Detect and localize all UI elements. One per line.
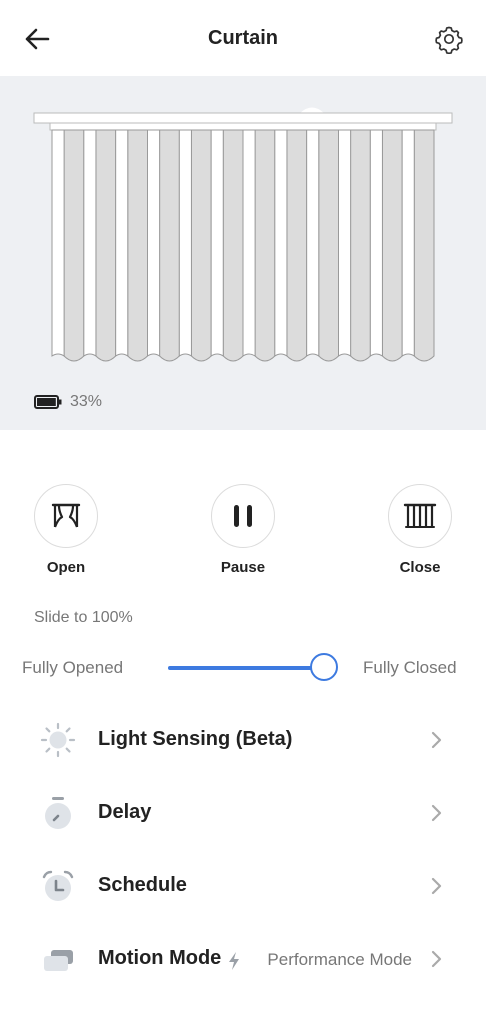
close-label: Close xyxy=(399,559,441,576)
chevron-right-icon xyxy=(431,950,442,968)
curtain-fold xyxy=(127,129,148,362)
fully-opened-label: Fully Opened xyxy=(22,658,124,677)
curtain-fold-highlight xyxy=(83,129,97,357)
chevron-right-icon xyxy=(431,804,442,822)
curtain-fold-highlight xyxy=(369,129,383,357)
curtain-fold-highlight xyxy=(306,129,320,357)
curtain-close-icon xyxy=(403,503,437,528)
chevron-right-icon xyxy=(431,877,442,895)
page-title: Curtain xyxy=(208,27,278,49)
motion-mode-icon xyxy=(44,950,73,971)
curtain-fold-highlight xyxy=(338,129,352,357)
curtain-fold xyxy=(63,129,85,362)
curtain-open-icon xyxy=(51,503,81,528)
slider-fill xyxy=(168,666,324,670)
menu-label: Delay xyxy=(98,801,152,823)
menu-light-sensing[interactable]: Light Sensing (Beta) xyxy=(0,704,486,776)
curtain-fold xyxy=(190,129,212,362)
curtain-illustration xyxy=(33,107,453,362)
sun-icon xyxy=(40,722,76,758)
menu-label: Schedule xyxy=(98,874,187,896)
curtain-fold-highlight xyxy=(210,129,224,357)
curtain-preview: 33% xyxy=(0,76,486,430)
menu-delay[interactable]: Delay xyxy=(0,777,486,849)
lightning-icon xyxy=(229,952,239,970)
alarm-clock-icon xyxy=(42,870,74,901)
battery-indicator: 33% xyxy=(34,392,102,412)
curtain-fold-highlight xyxy=(178,129,192,357)
curtain-fold xyxy=(350,129,371,362)
curtain-fold-highlight xyxy=(401,129,415,357)
curtain-fold-highlight xyxy=(274,129,288,357)
curtain-fold xyxy=(318,129,339,362)
open-control: Open xyxy=(26,484,106,576)
close-button[interactable] xyxy=(388,484,452,548)
settings-button[interactable] xyxy=(434,24,464,55)
curtain-fold-highlight xyxy=(242,129,256,357)
slider-hint: Slide to 100% xyxy=(34,609,133,626)
chevron-right-icon xyxy=(431,731,442,749)
battery-icon xyxy=(34,395,62,409)
battery-percent: 33% xyxy=(70,393,103,410)
slider-thumb[interactable] xyxy=(310,653,338,681)
gear-icon xyxy=(435,26,463,55)
position-slider-row: Fully Opened Fully Closed xyxy=(0,652,486,684)
app-header: Curtain xyxy=(0,0,486,76)
curtain-fold xyxy=(286,129,308,362)
open-label: Open xyxy=(46,559,86,576)
pause-control: Pause xyxy=(203,484,283,576)
pause-label: Pause xyxy=(220,559,266,576)
menu-label: Light Sensing (Beta) xyxy=(98,728,293,750)
menu-label: Motion Mode xyxy=(98,947,222,969)
curtain-fold-highlight xyxy=(147,129,161,357)
curtain-fold xyxy=(159,129,180,362)
open-button[interactable] xyxy=(34,484,98,548)
curtain-fold-highlight xyxy=(51,129,65,357)
curtain-fold-highlight xyxy=(115,129,129,357)
curtain-fold xyxy=(413,129,435,362)
menu-schedule[interactable]: Schedule xyxy=(0,850,486,922)
close-control: Close xyxy=(380,484,460,576)
curtain-fold xyxy=(254,129,276,362)
menu-value: Performance Mode xyxy=(267,950,412,969)
pause-button[interactable] xyxy=(211,484,275,548)
position-slider[interactable] xyxy=(168,653,338,681)
fully-closed-label: Fully Closed xyxy=(363,658,457,677)
pause-icon xyxy=(234,505,252,527)
curtain-fold xyxy=(95,129,117,362)
curtain-fold xyxy=(381,129,403,362)
curtain-fold xyxy=(222,129,244,362)
timer-icon xyxy=(45,797,71,829)
menu-motion-mode[interactable]: Motion Mode Performance Mode xyxy=(0,923,486,995)
